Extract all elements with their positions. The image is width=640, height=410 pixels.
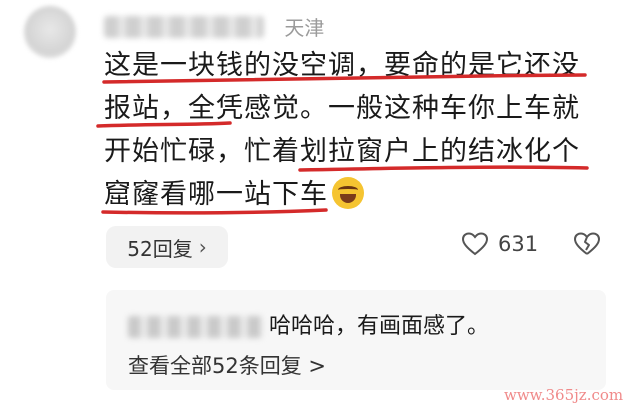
comment-line-4-wrap: 窟窿看哪一站下车	[104, 173, 604, 216]
heart-icon	[462, 232, 488, 256]
comment-line-2: 报站，全凭感觉。一般这种车你上车就	[104, 93, 580, 124]
broken-heart-icon	[574, 232, 600, 255]
replies-button-label: 52回复	[127, 236, 193, 261]
like-count: 631	[498, 232, 539, 256]
comment-line-3: 开始忙碌，忙着划拉窗户上的结冰化个	[104, 136, 580, 167]
username-blurred[interactable]	[104, 15, 264, 38]
view-all-replies-link[interactable]: 查看全部52条回复 >	[128, 350, 326, 380]
dislike-button[interactable]	[574, 232, 600, 260]
replies-button[interactable]: 52回复 ›	[106, 226, 228, 268]
chevron-right-icon: ›	[198, 235, 207, 259]
avatar[interactable]	[24, 6, 76, 58]
sub-reply: 哈哈哈，有画面感了。	[128, 308, 489, 340]
sub-reply-username-blurred[interactable]	[128, 316, 263, 338]
comment-line-1: 这是一块钱的没空调，要命的是它还没	[104, 50, 580, 81]
like-button[interactable]: 631	[462, 232, 538, 256]
comment-line-4: 窟窿看哪一站下车	[104, 179, 328, 210]
comment-header: 天津	[104, 12, 324, 41]
watermark: www.365jz.com	[504, 386, 624, 404]
sub-reply-text: 哈哈哈，有画面感了。	[269, 314, 490, 339]
laughing-crying-emoji-icon	[332, 177, 364, 209]
comment-body: 这是一块钱的没空调，要命的是它还没 报站，全凭感觉。一般这种车你上车就 开始忙碌…	[104, 44, 604, 216]
location-label: 天津	[284, 16, 325, 40]
